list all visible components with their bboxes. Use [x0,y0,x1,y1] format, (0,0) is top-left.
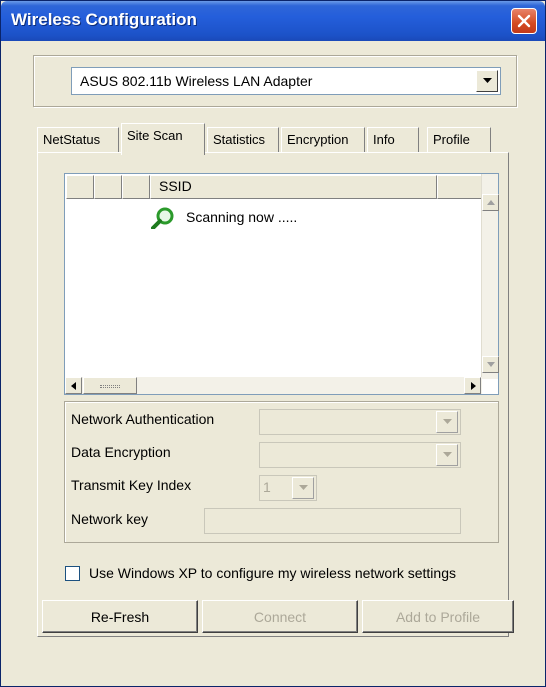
tab-label: Encryption [287,132,349,147]
connect-button-label: Connect [253,609,307,625]
tab-statistics[interactable]: Statistics [207,127,279,153]
use-windows-xp-label[interactable]: Use Windows XP to configure my wireless … [89,565,456,581]
close-button[interactable] [511,8,537,34]
wireless-config-window: Wireless Configuration ASUS 802.11b Wire… [0,0,546,687]
scroll-down-button[interactable] [482,356,499,373]
grip-icon [100,385,120,388]
refresh-button[interactable]: Re-Fresh [42,600,198,633]
column-header-ssid[interactable]: SSID [150,175,437,199]
data-encryption-select[interactable] [259,442,461,468]
transmit-key-index-select[interactable]: 1 [259,475,317,501]
connect-button[interactable]: Connect [202,600,358,633]
tab-encryption[interactable]: Encryption [281,127,365,153]
network-auth-dropdown-button[interactable] [436,411,458,433]
tab-label: Profile [433,132,470,147]
dropdown-arrow-icon [299,485,308,490]
tab-info[interactable]: Info [367,127,419,153]
tab-site-scan[interactable]: Site Scan [121,123,205,155]
adapter-dropdown-button[interactable] [476,70,498,92]
dropdown-arrow-icon [483,78,492,83]
column-header[interactable] [94,175,122,199]
refresh-button-label: Re-Fresh [90,609,150,625]
add-to-profile-button-label: Add to Profile [395,609,481,625]
column-header[interactable] [122,175,150,199]
dropdown-arrow-icon [443,452,452,457]
adapter-select[interactable]: ASUS 802.11b Wireless LAN Adapter [71,67,501,95]
tab-label: Info [373,132,395,147]
search-icon [151,207,174,229]
close-icon [517,14,531,28]
tab-label: NetStatus [43,132,101,147]
data-encryption-label: Data Encryption [71,444,171,460]
vertical-scrollbar[interactable] [481,174,499,379]
network-auth-label: Network Authentication [71,411,215,427]
transmit-key-index-value: 1 [263,479,271,495]
dropdown-arrow-icon [443,419,452,424]
title-bar[interactable]: Wireless Configuration [1,1,545,41]
column-header[interactable] [66,175,94,199]
tab-profile[interactable]: Profile [427,127,491,153]
transmit-key-index-label: Transmit Key Index [71,477,192,493]
use-windows-xp-checkbox[interactable] [65,566,80,581]
scroll-left-icon [71,382,76,390]
network-key-label: Network key [71,511,149,527]
network-key-input[interactable] [204,508,461,534]
scroll-up-button[interactable] [482,194,499,211]
scan-status-text: Scanning now ..... [186,209,298,225]
site-list-header: SSID [66,175,483,199]
horizontal-scrollbar[interactable] [65,377,482,394]
data-encryption-dropdown-button[interactable] [436,444,458,466]
horizontal-scroll-thumb[interactable] [83,377,137,394]
window-title: Wireless Configuration [11,10,197,29]
tab-label: Site Scan [127,128,183,143]
adapter-select-value: ASUS 802.11b Wireless LAN Adapter [80,73,313,89]
scroll-up-icon [487,200,495,205]
tab-netstatus[interactable]: NetStatus [37,127,119,153]
site-list[interactable]: SSID [64,173,499,395]
scroll-right-icon [471,382,476,390]
add-to-profile-button[interactable]: Add to Profile [362,600,514,633]
scroll-down-icon [487,362,495,367]
scroll-left-button[interactable] [65,377,82,394]
tab-label: Statistics [213,132,266,147]
column-header[interactable] [437,175,483,199]
transmit-key-index-dropdown-button[interactable] [292,477,314,499]
scroll-right-button[interactable] [464,377,481,394]
network-auth-select[interactable] [259,409,461,435]
